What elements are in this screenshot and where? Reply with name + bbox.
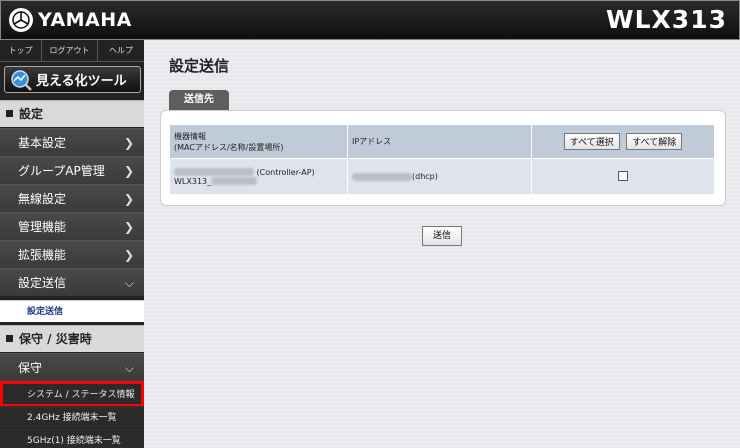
select-checkbox[interactable] <box>618 170 628 181</box>
sub-item-config-send[interactable]: 設定送信 <box>0 300 144 322</box>
visualization-tool-button[interactable]: 見える化ツール <box>4 66 141 93</box>
nav-config-send[interactable]: 設定送信 ⌵ <box>0 268 144 296</box>
nav-extended-functions[interactable]: 拡張機能 ❯ <box>0 240 144 268</box>
sidebar: トップ ログアウト ヘルプ 見える化ツール 設定 基本設定 ❯ グループAP管理… <box>0 40 144 448</box>
header-bar: YAMAHA WLX313 <box>0 0 740 40</box>
section-settings-header: 設定 <box>0 100 144 127</box>
brand-name: YAMAHA <box>38 9 132 31</box>
section-settings-label: 設定 <box>19 107 44 121</box>
chevron-down-icon: ⌵ <box>124 361 134 375</box>
nav-group-ap-label: グループAP管理 <box>18 164 105 178</box>
visualization-tool-label: 見える化ツール <box>36 74 127 89</box>
col-device-info-sublabel: (MACアドレス/名称/設置場所) <box>174 142 284 152</box>
nav-help-link[interactable]: ヘルプ <box>98 40 144 61</box>
nav-management-functions[interactable]: 管理機能 ❯ <box>0 212 144 240</box>
nav-maintenance[interactable]: 保守 ⌵ <box>0 353 144 381</box>
nav-wireless-label: 無線設定 <box>18 192 67 206</box>
nav-management-label: 管理機能 <box>18 220 67 234</box>
main-content: 設定送信 送信先 機器情報 (MACアドレス/名称/設置場所) IPアドレス す… <box>144 40 740 448</box>
section-maintenance-label: 保守 / 災害時 <box>19 332 92 346</box>
nav-logout-link[interactable]: ログアウト <box>42 40 98 61</box>
chevron-right-icon: ❯ <box>123 192 134 206</box>
device-role: (Controller-AP) <box>256 167 315 177</box>
destination-panel: 機器情報 (MACアドレス/名称/設置場所) IPアドレス すべて選択 すべて解… <box>160 110 726 206</box>
redacted-mac <box>174 168 254 176</box>
page-title: 設定送信 <box>169 57 230 75</box>
nav-group-ap-management[interactable]: グループAP管理 ❯ <box>0 156 144 184</box>
cell-select <box>531 158 715 195</box>
yamaha-logo: YAMAHA <box>9 8 132 32</box>
table-header-row: 機器情報 (MACアドレス/名称/設置場所) IPアドレス すべて選択 すべて解… <box>169 124 715 159</box>
tab-destination: 送信先 <box>169 90 229 110</box>
nav-config-send-label: 設定送信 <box>18 276 67 290</box>
col-select-actions: すべて選択 すべて解除 <box>531 124 715 159</box>
square-bullet-icon <box>6 110 13 117</box>
redacted-ip <box>352 172 412 181</box>
nav-basic-settings[interactable]: 基本設定 ❯ <box>0 128 144 156</box>
chevron-right-icon: ❯ <box>123 220 134 234</box>
section-maintenance-header: 保守 / 災害時 <box>0 325 144 352</box>
magnifier-chart-icon <box>9 69 33 91</box>
chevron-right-icon: ❯ <box>123 248 134 262</box>
deselect-all-button[interactable]: すべて解除 <box>626 133 683 150</box>
device-name: WLX313_ <box>174 176 212 186</box>
col-device-info-label: 機器情報 <box>174 131 206 141</box>
square-bullet-icon <box>6 335 13 342</box>
sub-item-5ghz1-clients[interactable]: 5GHz(1) 接続端末一覧 <box>0 429 144 448</box>
sub-item-system-status[interactable]: システム / ステータス情報 <box>0 381 144 407</box>
table-row: (Controller-AP) WLX313_ (dhcp) <box>169 158 715 195</box>
nav-basic-settings-label: 基本設定 <box>18 136 67 150</box>
send-button[interactable]: 送信 <box>422 226 462 246</box>
redacted-name <box>211 177 258 185</box>
nav-wireless-settings[interactable]: 無線設定 ❯ <box>0 184 144 212</box>
chevron-right-icon: ❯ <box>123 164 134 178</box>
model-name: WLX313 <box>606 5 727 34</box>
chevron-right-icon: ❯ <box>123 136 134 150</box>
col-ip-address: IPアドレス <box>347 124 532 159</box>
chevron-down-icon: ⌵ <box>124 276 134 290</box>
tuning-fork-icon <box>9 8 33 32</box>
destination-table: 機器情報 (MACアドレス/名称/設置場所) IPアドレス すべて選択 すべて解… <box>169 124 715 195</box>
col-device-info: 機器情報 (MACアドレス/名称/設置場所) <box>169 124 348 159</box>
nav-maintenance-label: 保守 <box>18 361 43 375</box>
nav-top-link[interactable]: トップ <box>0 40 42 61</box>
cell-ip-address: (dhcp) <box>347 158 532 195</box>
cell-device-info: (Controller-AP) WLX313_ <box>169 158 348 195</box>
ip-mode: (dhcp) <box>412 172 438 181</box>
select-all-button[interactable]: すべて選択 <box>563 133 620 150</box>
top-navigation: トップ ログアウト ヘルプ <box>0 40 144 62</box>
sub-item-24ghz-clients[interactable]: 2.4GHz 接続端末一覧 <box>0 406 144 428</box>
nav-extended-label: 拡張機能 <box>18 248 67 262</box>
